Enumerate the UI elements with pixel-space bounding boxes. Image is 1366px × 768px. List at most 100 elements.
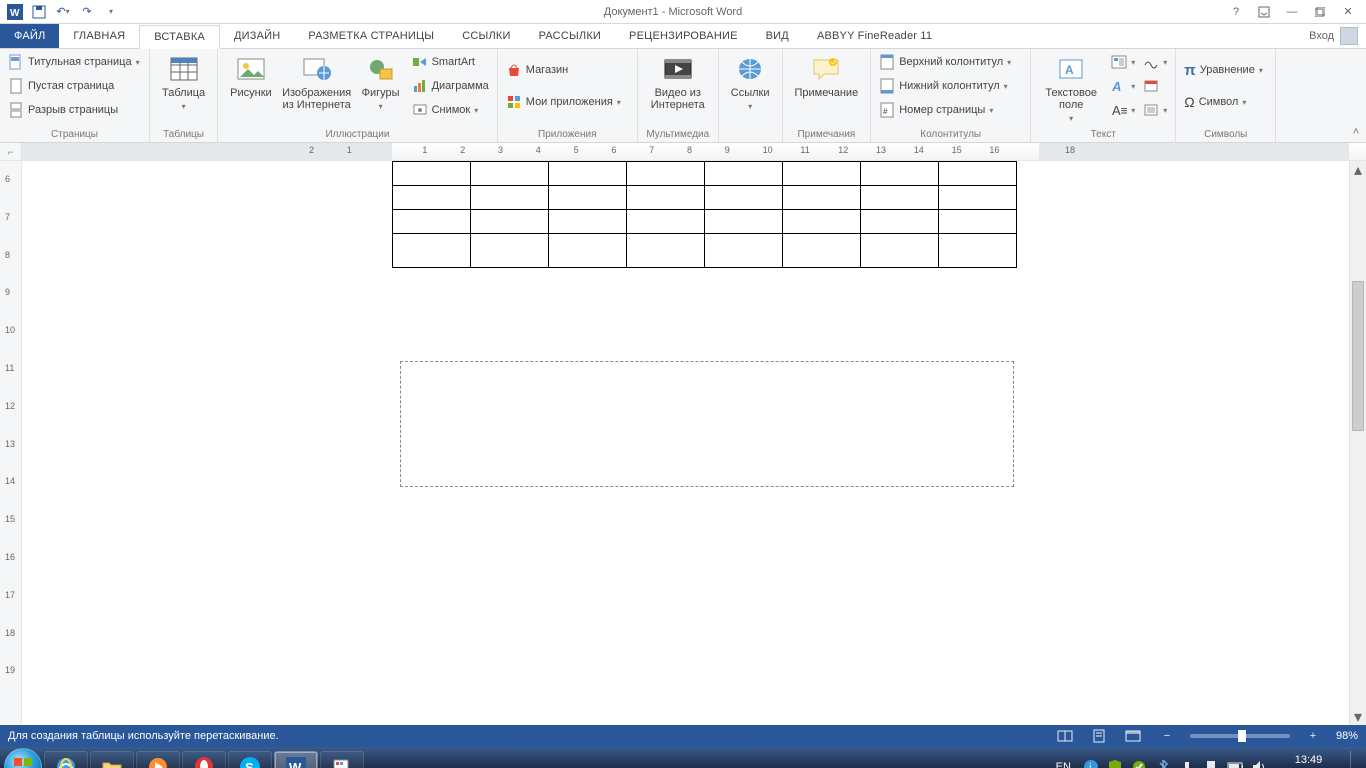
taskbar-word[interactable]: W	[274, 751, 318, 768]
online-pictures-button[interactable]: Изображения из Интернета	[278, 51, 356, 111]
tray-battery-icon[interactable]	[1227, 759, 1243, 768]
tray-check-icon[interactable]	[1131, 759, 1147, 768]
maximize-icon[interactable]	[1310, 3, 1330, 21]
equation-button[interactable]: π Уравнение ▾	[1182, 59, 1265, 81]
date-time-button[interactable]	[1141, 75, 1169, 97]
qat-customize-icon[interactable]: ▾	[102, 3, 120, 21]
window-title: Документ1 - Microsoft Word	[120, 6, 1226, 18]
page-number-button[interactable]: # Номер страницы ▾	[877, 99, 1013, 121]
word-app-icon[interactable]: W	[6, 3, 24, 21]
collapse-ribbon-icon[interactable]: ˄	[1346, 49, 1366, 142]
my-apps-button[interactable]: Мои приложения ▾	[504, 91, 623, 113]
cover-page-button[interactable]: Титульная страница ▾	[6, 51, 142, 73]
table-icon	[168, 53, 200, 85]
zoom-value[interactable]: 98%	[1336, 730, 1358, 742]
scroll-thumb[interactable]	[1352, 281, 1364, 431]
object-button[interactable]: ▾	[1141, 99, 1169, 121]
taskbar-opera[interactable]	[182, 751, 226, 768]
group-symbols: π Уравнение ▾ Ω Символ ▾ Символы	[1176, 49, 1276, 142]
footer-label: Нижний колонтитул	[899, 80, 999, 92]
tray-time: 13:49	[1281, 754, 1336, 767]
vertical-scrollbar[interactable]: ▴ ▾	[1349, 161, 1366, 725]
tab-file[interactable]: ФАЙЛ	[0, 24, 59, 48]
textbox-button[interactable]: A Текстовое поле ▾	[1037, 51, 1105, 125]
tab-references[interactable]: ССЫЛКИ	[448, 24, 524, 48]
scroll-down-icon[interactable]: ▾	[1350, 708, 1366, 725]
tab-abbyy[interactable]: ABBYY FineReader 11	[803, 24, 946, 48]
tab-review[interactable]: РЕЦЕНЗИРОВАНИЕ	[615, 24, 752, 48]
help-icon[interactable]: ?	[1226, 3, 1246, 21]
signature-line-button[interactable]: ▾	[1141, 51, 1169, 73]
tray-bluetooth-icon[interactable]	[1155, 759, 1171, 768]
view-web-layout-icon[interactable]	[1122, 727, 1144, 745]
view-print-layout-icon[interactable]	[1088, 727, 1110, 745]
tray-shield-icon[interactable]	[1107, 759, 1123, 768]
windows-logo-icon	[14, 758, 32, 768]
document-canvas[interactable]	[22, 161, 1349, 725]
tray-action-center-icon[interactable]	[1203, 759, 1219, 768]
comment-button[interactable]: Примечание	[789, 51, 865, 99]
pictures-icon	[235, 53, 267, 85]
tab-home[interactable]: ГЛАВНАЯ	[59, 24, 139, 48]
document-area: 678910111213141516171819 ▴ ▾	[0, 161, 1366, 725]
drop-cap-button[interactable]: A≡▾	[1109, 99, 1137, 121]
quick-parts-button[interactable]: ▾	[1109, 51, 1137, 73]
vertical-ruler[interactable]: 678910111213141516171819	[0, 161, 22, 725]
textbox-label: Текстовое поле	[1043, 87, 1099, 111]
qat-save-icon[interactable]	[30, 3, 48, 21]
ruler-corner-icon[interactable]: ⌐	[0, 143, 22, 160]
online-video-button[interactable]: Видео из Интернета	[644, 51, 712, 111]
zoom-slider[interactable]	[1190, 734, 1290, 738]
blank-page-button[interactable]: Пустая страница	[6, 75, 142, 97]
tray-info-icon[interactable]: i	[1083, 759, 1099, 768]
ribbon-display-options-icon[interactable]	[1254, 3, 1274, 21]
store-button[interactable]: Магазин	[504, 59, 623, 81]
close-icon[interactable]: ✕	[1338, 3, 1358, 21]
svg-text:W: W	[289, 760, 302, 768]
taskbar-explorer[interactable]	[90, 751, 134, 768]
taskbar-ie[interactable]	[44, 751, 88, 768]
symbol-button[interactable]: Ω Символ ▾	[1182, 91, 1265, 113]
document-table[interactable]	[392, 161, 1017, 268]
qat-undo-icon[interactable]: ↶▾	[54, 3, 72, 21]
links-button[interactable]: Ссылки ▾	[725, 51, 776, 113]
start-button[interactable]	[4, 748, 42, 768]
group-illustrations: Рисунки Изображения из Интернета Фигуры …	[218, 49, 498, 142]
tray-volume-icon[interactable]	[1251, 759, 1267, 768]
table-draw-preview[interactable]	[400, 361, 1014, 487]
account-sign-in[interactable]: Вход	[1301, 24, 1366, 48]
page-break-button[interactable]: Разрыв страницы	[6, 99, 142, 121]
minimize-icon[interactable]: —	[1282, 3, 1302, 21]
tab-insert[interactable]: ВСТАВКА	[139, 25, 220, 49]
footer-button[interactable]: Нижний колонтитул ▾	[877, 75, 1013, 97]
header-label: Верхний колонтитул	[899, 56, 1003, 68]
taskbar-skype[interactable]: S	[228, 751, 272, 768]
video-icon	[662, 53, 694, 85]
group-apps: Магазин Мои приложения ▾ Приложения	[498, 49, 638, 142]
tab-page-layout[interactable]: РАЗМЕТКА СТРАНИЦЫ	[294, 24, 448, 48]
tab-view[interactable]: ВИД	[752, 24, 803, 48]
screenshot-button[interactable]: Снимок ▾	[410, 99, 491, 121]
chart-button[interactable]: Диаграмма	[410, 75, 491, 97]
online-pictures-icon	[301, 53, 333, 85]
taskbar-paint[interactable]	[320, 751, 364, 768]
language-indicator[interactable]: EN	[1052, 761, 1075, 768]
tray-network-icon[interactable]	[1179, 759, 1195, 768]
header-button[interactable]: Верхний колонтитул ▾	[877, 51, 1013, 73]
zoom-in-icon[interactable]: +	[1302, 727, 1324, 745]
wordart-button[interactable]: A▾	[1109, 75, 1137, 97]
view-read-mode-icon[interactable]	[1054, 727, 1076, 745]
taskbar-media-player[interactable]	[136, 751, 180, 768]
tab-mailings[interactable]: РАССЫЛКИ	[525, 24, 615, 48]
tray-clock[interactable]: 13:49 17.05.2014	[1275, 754, 1342, 768]
pictures-button[interactable]: Рисунки	[224, 51, 278, 99]
smartart-button[interactable]: SmartArt	[410, 51, 491, 73]
qat-redo-icon[interactable]: ↷	[78, 3, 96, 21]
shapes-button[interactable]: Фигуры ▾	[356, 51, 406, 113]
zoom-out-icon[interactable]: −	[1156, 727, 1178, 745]
table-button[interactable]: Таблица ▾	[156, 51, 211, 113]
tab-design[interactable]: ДИЗАЙН	[220, 24, 294, 48]
show-desktop-button[interactable]	[1350, 751, 1358, 768]
horizontal-ruler[interactable]: ⌐ 211234567891011121314151618	[0, 143, 1366, 161]
scroll-up-icon[interactable]: ▴	[1350, 161, 1366, 178]
